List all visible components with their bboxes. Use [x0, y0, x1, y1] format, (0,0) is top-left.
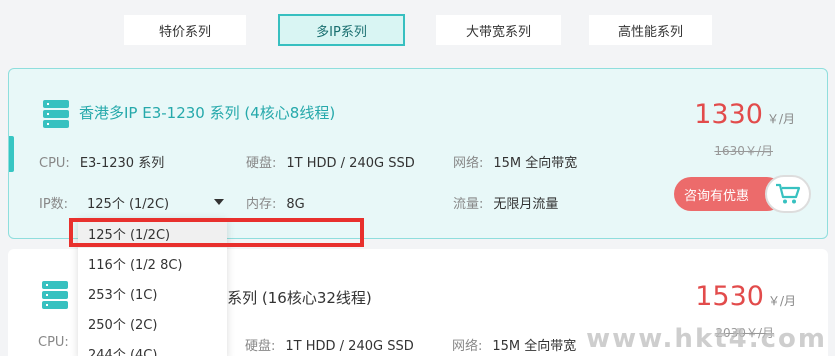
watermark: www.hkt4.com: [586, 324, 827, 354]
price: 1330 ￥/月: [694, 99, 795, 130]
series-tabs: 特价系列 多IP系列 大带宽系列 高性能系列: [0, 14, 835, 47]
dropdown-option[interactable]: 244个 (4C): [78, 338, 227, 356]
server-icon: [43, 100, 69, 128]
dropdown-option[interactable]: 253个 (1C): [78, 278, 227, 308]
highlight-annotation: [69, 218, 364, 247]
spec-cpu: CPU: E3-1230 系列: [39, 156, 165, 171]
spec-traffic: 流量: 无限月流量: [453, 197, 559, 212]
spec-network: 网络: 15M 全向带宽: [452, 339, 577, 354]
spec-ip: IP数:: [39, 197, 69, 212]
price: 1530 ￥/月: [695, 281, 796, 312]
spec-cpu: CPU:: [38, 335, 69, 350]
plan-title: 香港多IP E3-1230 系列 (4核心8线程): [79, 104, 336, 122]
chevron-down-icon: [214, 199, 224, 205]
server-icon: [42, 281, 68, 309]
spec-network: 网络: 15M 全向带宽: [453, 156, 578, 171]
plan-title: L 系列 (16核心32线程): [214, 289, 372, 307]
cart-button[interactable]: [765, 175, 811, 213]
old-price: 1630￥/月: [714, 144, 773, 158]
ip-count-select[interactable]: 125个 (1/2C): [87, 193, 227, 212]
dropdown-option[interactable]: 116个 (1/2 8C): [78, 248, 227, 278]
tab-multi-ip[interactable]: 多IP系列: [278, 14, 405, 46]
dropdown-option[interactable]: 250个 (2C): [78, 308, 227, 338]
spec-ram: 内存: 8G: [246, 197, 305, 212]
consult-group: 咨询有优惠: [674, 175, 811, 213]
cart-icon: [776, 183, 801, 204]
tab-bandwidth[interactable]: 大带宽系列: [436, 15, 561, 45]
plan-card-e3-1230: 香港多IP E3-1230 系列 (4核心8线程) CPU: E3-1230 系列…: [8, 68, 828, 239]
tab-special[interactable]: 特价系列: [124, 15, 246, 45]
tab-performance[interactable]: 高性能系列: [589, 15, 712, 45]
spec-disk: 硬盘: 1T HDD / 240G SSD: [246, 156, 415, 171]
spec-disk: 硬盘: 1T HDD / 240G SSD: [245, 339, 414, 354]
card-accent-bar: [9, 136, 14, 172]
